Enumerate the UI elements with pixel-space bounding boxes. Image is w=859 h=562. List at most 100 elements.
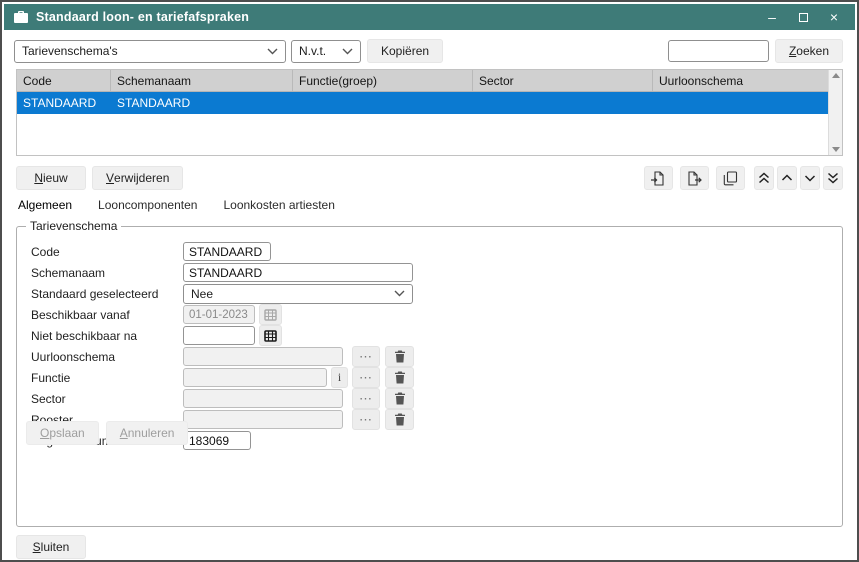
navigation-group xyxy=(754,166,843,190)
standaard-geselecteerd-label: Standaard geselecteerd xyxy=(31,287,183,301)
rooster-input xyxy=(183,410,343,429)
sector-label: Sector xyxy=(31,392,183,406)
cell-schemanaam: STANDAARD xyxy=(111,92,293,114)
close-button[interactable]: × xyxy=(823,7,845,27)
rooster-lookup-button[interactable]: ⋯ xyxy=(352,409,380,430)
form-row-schemanaam: Schemanaam xyxy=(17,262,842,283)
window-controls: – × xyxy=(761,7,845,27)
first-record-button[interactable] xyxy=(754,166,774,190)
calendar-icon xyxy=(264,308,277,321)
functie-clear-button[interactable] xyxy=(385,367,414,388)
schema-type-value: Tarievenschema's xyxy=(22,44,261,58)
copy-schema-button[interactable]: Kopiëren xyxy=(367,39,443,63)
standaard-geselecteerd-value: Nee xyxy=(191,287,388,301)
import-button[interactable] xyxy=(644,166,673,190)
sector-clear-button[interactable] xyxy=(385,388,414,409)
schema-table: Code Schemanaam Functie(groep) Sector Uu… xyxy=(16,69,843,156)
briefcase-icon xyxy=(14,11,28,23)
bottom-bar: Sluiten xyxy=(16,535,843,559)
save-button: Opslaan xyxy=(26,421,99,445)
form-row-uurloonschema: Uurloonschema ⋯ xyxy=(17,346,842,367)
tab-loonkosten-artiesten[interactable]: Loonkosten artiesten xyxy=(223,198,334,214)
filter-select[interactable]: N.v.t. xyxy=(291,40,361,63)
sector-input xyxy=(183,389,343,408)
action-row: Nieuw Verwijderen xyxy=(16,166,843,190)
titlebar: Standaard loon- en tariefafspraken – × xyxy=(4,4,855,30)
next-record-button[interactable] xyxy=(800,166,820,190)
niet-beschikbaar-na-input[interactable] xyxy=(183,326,255,345)
schemanaam-label: Schemanaam xyxy=(31,266,183,280)
form-row-code: Code xyxy=(17,241,842,262)
chevron-down-icon xyxy=(804,174,816,182)
calendar-icon xyxy=(264,329,277,342)
cell-uurloonschema xyxy=(653,92,828,114)
table-scrollbar[interactable] xyxy=(828,70,842,155)
functie-info-button[interactable]: i xyxy=(331,367,348,388)
code-input[interactable] xyxy=(183,242,271,261)
search-group: Zoeken xyxy=(668,39,843,63)
maximize-button[interactable] xyxy=(792,7,814,27)
search-button[interactable]: Zoeken xyxy=(775,39,843,63)
uurloonschema-label: Uurloonschema xyxy=(31,350,183,364)
column-header-functiegroep[interactable]: Functie(groep) xyxy=(293,70,473,91)
tab-looncomponenten[interactable]: Looncomponenten xyxy=(98,198,197,214)
previous-record-button[interactable] xyxy=(777,166,797,190)
form-row-sector: Sector ⋯ xyxy=(17,388,842,409)
new-button[interactable]: Nieuw xyxy=(16,166,86,190)
functie-label: Functie xyxy=(31,371,183,385)
export-icon xyxy=(687,171,702,186)
copy-icon xyxy=(723,171,738,186)
tab-algemeen[interactable]: Algemeen xyxy=(18,198,72,214)
column-header-uurloonschema[interactable]: Uurloonschema xyxy=(653,70,828,91)
minimize-button[interactable]: – xyxy=(761,7,783,27)
chevron-down-icon xyxy=(342,48,353,55)
niet-beschikbaar-na-calendar-button[interactable] xyxy=(259,325,282,346)
toolbar: Tarievenschema's N.v.t. Kopiëren Zoeken xyxy=(4,30,855,69)
beschikbaar-vanaf-input xyxy=(183,305,255,324)
scroll-down-icon[interactable] xyxy=(832,147,840,152)
double-chevron-up-icon xyxy=(758,172,770,184)
record-iconbar xyxy=(644,166,843,190)
tab-strip: Algemeen Looncomponenten Loonkosten arti… xyxy=(18,198,843,214)
uurloonschema-clear-button[interactable] xyxy=(385,346,414,367)
rooster-clear-button[interactable] xyxy=(385,409,414,430)
groupbox-legend: Tarievenschema xyxy=(26,219,121,233)
beschikbaar-vanaf-calendar-button xyxy=(259,304,282,325)
column-header-sector[interactable]: Sector xyxy=(473,70,653,91)
double-chevron-down-icon xyxy=(827,172,839,184)
search-input[interactable] xyxy=(668,40,769,62)
niet-beschikbaar-na-label: Niet beschikbaar na xyxy=(31,329,183,343)
cell-code: STANDAARD xyxy=(17,92,111,114)
table-row-standaard[interactable]: STANDAARD STANDAARD xyxy=(17,92,842,114)
sector-lookup-button[interactable]: ⋯ xyxy=(352,388,380,409)
scroll-up-icon[interactable] xyxy=(832,73,840,78)
registratienummer-input[interactable] xyxy=(183,431,251,450)
delete-button[interactable]: Verwijderen xyxy=(92,166,183,190)
close-window-button[interactable]: Sluiten xyxy=(16,535,86,559)
last-record-button[interactable] xyxy=(823,166,843,190)
chevron-down-icon xyxy=(267,48,278,55)
functie-input xyxy=(183,368,327,387)
uurloonschema-lookup-button[interactable]: ⋯ xyxy=(352,346,380,367)
export-button[interactable] xyxy=(680,166,709,190)
trash-icon xyxy=(394,350,406,363)
column-header-code[interactable]: Code xyxy=(17,70,111,91)
import-icon xyxy=(651,171,666,186)
tarievenschema-groupbox: Tarievenschema Code Schemanaam Standaard… xyxy=(16,219,843,527)
column-header-schemanaam[interactable]: Schemanaam xyxy=(111,70,293,91)
window-title: Standaard loon- en tariefafspraken xyxy=(36,10,249,24)
duplicate-button[interactable] xyxy=(716,166,745,190)
standaard-geselecteerd-select[interactable]: Nee xyxy=(183,284,413,304)
cell-functiegroep xyxy=(293,92,473,114)
cancel-button: Annuleren xyxy=(106,421,189,445)
schemanaam-input[interactable] xyxy=(183,263,413,282)
uurloonschema-input xyxy=(183,347,343,366)
schema-type-select[interactable]: Tarievenschema's xyxy=(14,40,286,63)
trash-icon xyxy=(394,392,406,405)
chevron-up-icon xyxy=(781,174,793,182)
filter-value: N.v.t. xyxy=(299,44,336,58)
functie-lookup-button[interactable]: ⋯ xyxy=(352,367,380,388)
form-row-functie: Functie i ⋯ xyxy=(17,367,842,388)
beschikbaar-vanaf-label: Beschikbaar vanaf xyxy=(31,308,183,322)
chevron-down-icon xyxy=(394,290,405,297)
